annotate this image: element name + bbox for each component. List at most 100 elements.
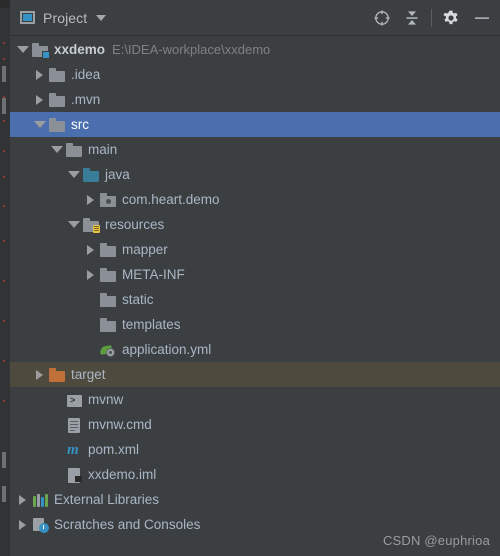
chevron-right-icon[interactable]: [33, 368, 46, 381]
tree-node-label: static: [122, 292, 154, 307]
chevron-right-icon[interactable]: [16, 493, 29, 506]
chevron-right-icon[interactable]: [84, 268, 97, 281]
idea-project-tool-window: Project xxdemo E:\IDEA-workplace\xxdemo …: [0, 0, 500, 556]
tree-node-templates[interactable]: templates: [10, 312, 500, 337]
no-expander: [50, 443, 63, 456]
project-window-icon: [20, 11, 35, 24]
folder-icon: [49, 92, 66, 108]
chevron-down-icon[interactable]: [67, 218, 80, 231]
tree-node-mvnw[interactable]: > mvnw: [10, 387, 500, 412]
tree-node-resources[interactable]: resources: [10, 212, 500, 237]
chevron-right-icon[interactable]: [33, 93, 46, 106]
chevron-down-icon[interactable]: [33, 118, 46, 131]
folder-icon: [49, 117, 66, 133]
chevron-right-icon[interactable]: [33, 68, 46, 81]
package-icon: [100, 192, 117, 208]
tree-node-label: target: [71, 367, 106, 382]
collapse-all-icon: [406, 10, 418, 25]
gutter-block: [2, 98, 6, 114]
tree-node-xxdemo[interactable]: xxdemo E:\IDEA-workplace\xxdemo: [10, 37, 500, 62]
chevron-right-icon[interactable]: [16, 518, 29, 531]
chevron-right-icon[interactable]: [84, 243, 97, 256]
gutter-marker: [3, 240, 5, 242]
spring-yaml-icon: [99, 342, 117, 358]
tree-node-static[interactable]: static: [10, 287, 500, 312]
folder-icon: [100, 292, 117, 308]
iml-module-icon: [66, 467, 83, 483]
minimize-icon: [475, 16, 489, 19]
tree-node-com-heart-demo[interactable]: com.heart.demo: [10, 187, 500, 212]
gutter-marker: [3, 150, 5, 152]
tree-node-label: resources: [105, 217, 165, 232]
chevron-right-icon[interactable]: [84, 193, 97, 206]
resources-badge: [93, 224, 100, 233]
folder-module-icon: [32, 42, 50, 59]
tool-window-actions: [367, 5, 500, 31]
tree-node-java[interactable]: java: [10, 162, 500, 187]
hide-button[interactable]: [468, 5, 494, 31]
gutter-block: [2, 66, 6, 82]
tree-node-label: java: [105, 167, 130, 182]
tool-window-header: Project: [10, 0, 500, 36]
chevron-down-icon[interactable]: [16, 43, 29, 56]
tree-node-label: mvnw.cmd: [88, 417, 152, 432]
maven-pom-icon: m: [67, 441, 79, 458]
folder-icon: [49, 67, 66, 83]
folder-icon: [100, 242, 117, 258]
tree-node-application-yml[interactable]: application.yml: [10, 337, 500, 362]
no-expander: [84, 343, 97, 356]
folder-resources-root-icon: [83, 217, 100, 233]
collapse-all-button[interactable]: [399, 5, 425, 31]
tree-node-label: Scratches and Consoles: [54, 517, 201, 532]
tree-node-main[interactable]: main: [10, 137, 500, 162]
gutter-marker: [3, 120, 5, 122]
panel-title: Project: [43, 9, 88, 26]
tree-node-label: mvnw: [88, 392, 124, 407]
file-icon: [66, 417, 83, 433]
scratches-icon: [32, 517, 49, 533]
select-opened-file-button[interactable]: [369, 5, 395, 31]
editor-gutter-strip: [0, 0, 10, 556]
tree-node-pom-xml[interactable]: m pom.xml: [10, 437, 500, 462]
folder-excluded-icon: [49, 367, 66, 383]
gutter-marker: [3, 205, 5, 207]
gutter-block: [2, 486, 6, 502]
tree-node-label: src: [71, 117, 89, 132]
tree-node-external-libraries[interactable]: External Libraries: [10, 487, 500, 512]
gutter-marker: [3, 360, 5, 362]
no-expander: [50, 468, 63, 481]
tree-node-mvnw-cmd[interactable]: mvnw.cmd: [10, 412, 500, 437]
tree-node-label: pom.xml: [88, 442, 140, 457]
tree-node-idea[interactable]: .idea: [10, 62, 500, 87]
no-expander: [84, 318, 97, 331]
gear-icon: [443, 10, 458, 24]
gutter-marker: [3, 42, 5, 44]
tree-node-src[interactable]: src: [10, 112, 500, 137]
tree-node-meta-inf[interactable]: META-INF: [10, 262, 500, 287]
chevron-down-icon[interactable]: [96, 14, 107, 21]
tree-node-target[interactable]: target: [10, 362, 500, 387]
module-badge: [42, 50, 50, 59]
folder-source-root-icon: [83, 167, 100, 183]
chevron-down-icon[interactable]: [67, 168, 80, 181]
tree-node-mvn[interactable]: .mvn: [10, 87, 500, 112]
tree-node-xxdemo-iml[interactable]: xxdemo.iml: [10, 462, 500, 487]
gutter-marker: [3, 320, 5, 322]
tree-node-mapper[interactable]: mapper: [10, 237, 500, 262]
tree-node-label: External Libraries: [54, 492, 160, 507]
settings-button[interactable]: [438, 5, 464, 31]
tree-node-label: .mvn: [71, 92, 101, 107]
script-icon: >: [66, 392, 83, 408]
tool-window-title-group[interactable]: Project: [10, 10, 367, 26]
gutter-marker: [3, 280, 5, 282]
gutter-marker: [3, 176, 5, 178]
no-expander: [50, 393, 63, 406]
folder-icon: [100, 267, 117, 283]
watermark: CSDN @euphrioa: [382, 533, 490, 548]
project-tree[interactable]: xxdemo E:\IDEA-workplace\xxdemo .idea .mvn s…: [10, 37, 500, 556]
external-libraries-icon: [32, 492, 49, 508]
tree-node-label: mapper: [122, 242, 168, 257]
chevron-down-icon[interactable]: [50, 143, 63, 156]
tree-node-label: META-INF: [122, 267, 185, 282]
tree-node-label: application.yml: [122, 342, 212, 357]
